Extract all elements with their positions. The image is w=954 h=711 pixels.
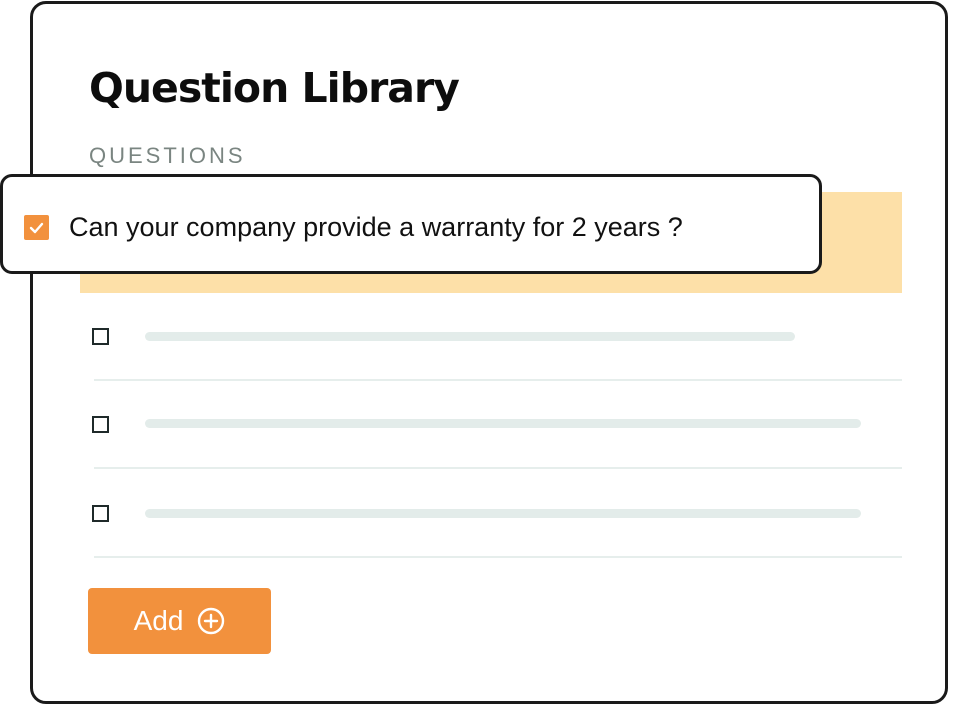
- question-row-1-checkbox[interactable]: [92, 328, 109, 345]
- question-row-3-checkbox[interactable]: [92, 505, 109, 522]
- question-row-2-checkbox[interactable]: [92, 416, 109, 433]
- stage: Question Library QUESTIONS Can your comp…: [0, 0, 954, 711]
- page-title: Question Library: [89, 64, 460, 112]
- selected-question-text: Can your company provide a warranty for …: [69, 212, 683, 242]
- row-divider: [94, 467, 902, 469]
- section-label: QUESTIONS: [89, 143, 246, 168]
- add-button[interactable]: Add: [88, 588, 271, 654]
- checkmark-icon: [29, 222, 44, 233]
- row-divider: [94, 379, 902, 381]
- plus-circle-icon: [197, 607, 225, 635]
- question-row-3-placeholder: [145, 509, 861, 518]
- selected-question-checkbox[interactable]: [24, 215, 49, 240]
- row-divider: [94, 556, 902, 558]
- question-row-1-placeholder: [145, 332, 795, 341]
- add-button-label: Add: [133, 605, 184, 636]
- question-row-2-placeholder: [145, 419, 861, 428]
- selected-question-popout[interactable]: Can your company provide a warranty for …: [0, 174, 822, 274]
